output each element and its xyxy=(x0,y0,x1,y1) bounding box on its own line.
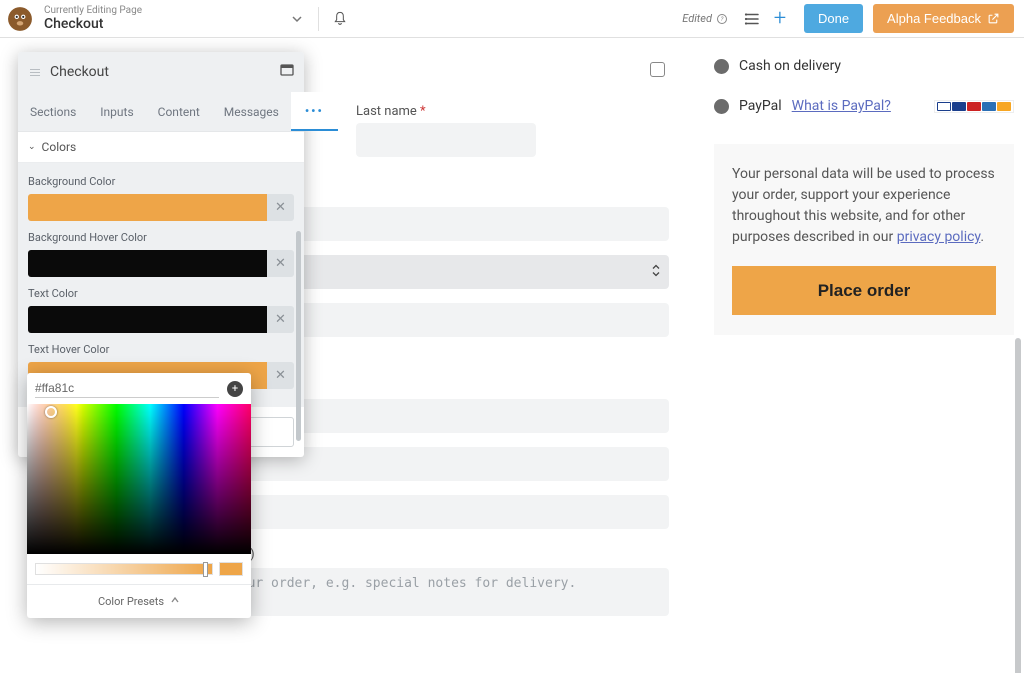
page-subtitle: Currently Editing Page xyxy=(44,5,142,17)
background-hover-color-swatch[interactable] xyxy=(28,250,267,277)
page-dropdown-button[interactable] xyxy=(282,0,312,38)
prop-label-bg: Background Color xyxy=(28,175,294,188)
panel-header[interactable]: Checkout xyxy=(18,52,304,92)
tab-sections[interactable]: Sections xyxy=(18,92,88,131)
add-preset-button[interactable]: + xyxy=(227,381,243,397)
page-scrollbar[interactable] xyxy=(1015,338,1021,673)
what-is-paypal-link[interactable]: What is PayPal? xyxy=(792,98,891,114)
chevron-down-icon: ⌄ xyxy=(28,142,36,152)
chevron-up-icon xyxy=(170,595,180,608)
color-picker: + Color Presets xyxy=(27,373,251,618)
colors-section-header[interactable]: ⌄ Colors xyxy=(18,132,304,163)
spectrum-marker[interactable] xyxy=(45,406,57,418)
radio-icon xyxy=(714,59,729,74)
tab-inputs[interactable]: Inputs xyxy=(88,92,145,131)
page-title: Checkout xyxy=(44,16,142,32)
color-presets-toggle[interactable]: Color Presets xyxy=(27,584,251,618)
color-spectrum[interactable] xyxy=(27,404,251,554)
background-color-swatch[interactable] xyxy=(28,194,267,221)
done-button[interactable]: Done xyxy=(804,4,863,33)
help-icon[interactable]: ? xyxy=(716,13,728,25)
clear-background-color-button[interactable]: ✕ xyxy=(267,194,294,221)
tab-more[interactable]: ••• xyxy=(291,92,338,131)
payment-option-cod[interactable]: Cash on delivery xyxy=(714,58,1014,74)
clear-text-hover-color-button[interactable]: ✕ xyxy=(267,362,294,389)
payment-option-paypal[interactable]: PayPal What is PayPal? xyxy=(714,98,1014,114)
last-name-input[interactable] xyxy=(356,123,536,157)
prop-label-bg-hover: Background Hover Color xyxy=(28,231,294,244)
divider xyxy=(318,7,319,31)
drag-handle-icon[interactable] xyxy=(30,69,40,76)
place-order-button[interactable]: Place order xyxy=(732,266,996,315)
window-icon[interactable] xyxy=(280,63,294,81)
text-color-swatch[interactable] xyxy=(28,306,267,333)
alpha-handle[interactable] xyxy=(203,562,208,577)
svg-text:?: ? xyxy=(721,16,724,23)
alpha-feedback-button[interactable]: Alpha Feedback xyxy=(873,4,1014,33)
edited-status: Edited ? xyxy=(682,12,728,25)
panel-scrollbar[interactable] xyxy=(296,231,301,441)
clear-text-color-button[interactable]: ✕ xyxy=(267,306,294,333)
prop-label-text-hover: Text Hover Color xyxy=(28,343,294,356)
panel-title: Checkout xyxy=(50,64,109,80)
add-button[interactable]: + xyxy=(766,5,794,33)
prop-label-text: Text Color xyxy=(28,287,294,300)
page-title-block: Currently Editing Page Checkout xyxy=(40,5,142,33)
hex-input[interactable] xyxy=(35,379,219,398)
outline-button[interactable] xyxy=(738,5,766,33)
privacy-policy-link[interactable]: privacy policy xyxy=(897,229,981,245)
clear-background-hover-color-button[interactable]: ✕ xyxy=(267,250,294,277)
ship-different-checkbox[interactable] xyxy=(650,62,665,77)
select-chevron-icon xyxy=(651,264,661,281)
app-logo xyxy=(6,5,34,33)
tab-messages[interactable]: Messages xyxy=(212,92,291,131)
notifications-button[interactable] xyxy=(325,0,355,38)
external-link-icon xyxy=(987,12,1000,25)
privacy-notice: Your personal data will be used to proce… xyxy=(714,144,1014,335)
card-logos xyxy=(934,100,1014,113)
panel-tabs: Sections Inputs Content Messages ••• xyxy=(18,92,304,132)
radio-icon xyxy=(714,99,729,114)
tab-content[interactable]: Content xyxy=(146,92,212,131)
current-color-swatch xyxy=(219,562,243,576)
alpha-slider[interactable] xyxy=(35,563,213,575)
